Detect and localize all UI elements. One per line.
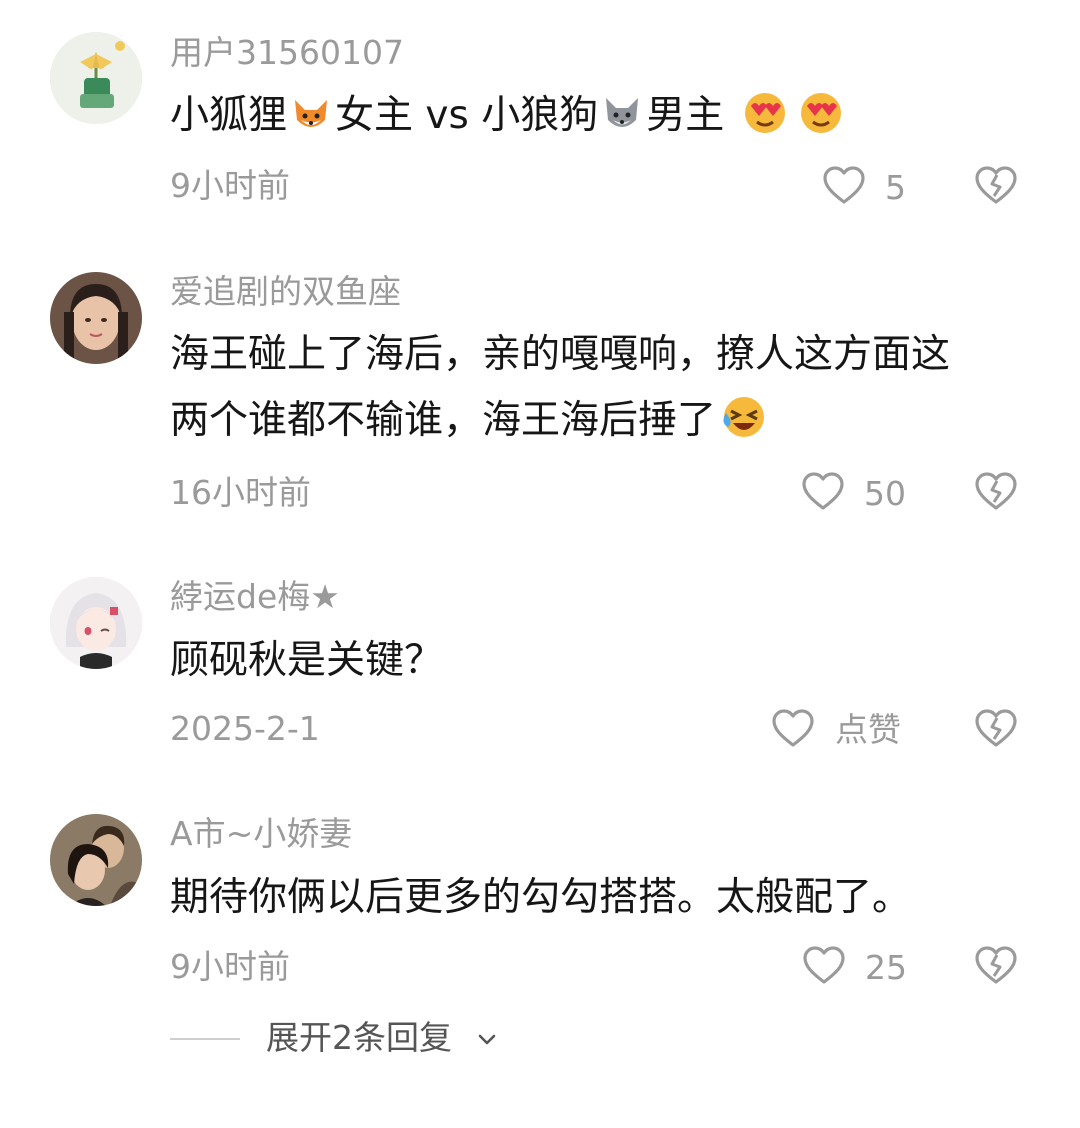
comment-text: 小狐狸 女主 vs 小狼狗 男主	[170, 83, 1030, 157]
username[interactable]: 綍运de梅★	[170, 577, 340, 617]
wolf-emoji	[600, 91, 644, 157]
timestamp: 9小时前	[170, 166, 290, 205]
like-count: 点赞	[835, 710, 901, 749]
heart-eyes-emoji	[739, 88, 791, 157]
comment-text: 期待你俩以后更多的勾勾搭搭。太般配了。	[170, 875, 912, 920]
timestamp: 2025-2-1	[170, 709, 320, 748]
laughing-crying-emoji	[718, 393, 770, 462]
heart-outline-icon[interactable]	[771, 709, 815, 749]
chevron-down-icon	[478, 1034, 496, 1045]
like-count: 50	[864, 474, 906, 513]
username[interactable]: 用户31560107	[170, 33, 404, 73]
like-count: 25	[865, 948, 907, 987]
heart-outline-icon[interactable]	[801, 472, 845, 512]
timestamp: 9小时前	[170, 947, 290, 986]
text-part: 小狐狸	[170, 93, 288, 138]
heart-outline-icon[interactable]	[802, 946, 846, 986]
heart-eyes-emoji	[795, 88, 847, 157]
avatar[interactable]	[50, 32, 142, 124]
heart-outline-icon[interactable]	[822, 166, 866, 206]
like-count: 5	[885, 168, 906, 207]
divider-line	[170, 1038, 240, 1040]
broken-heart-icon[interactable]	[974, 166, 1018, 206]
broken-heart-icon[interactable]	[974, 472, 1018, 512]
broken-heart-icon[interactable]	[974, 946, 1018, 986]
avatar[interactable]	[50, 814, 142, 906]
comment-text-line: 两个谁都不输谁，海王海后捶了	[170, 388, 1030, 462]
comment-text: 顾砚秋是关键？	[170, 638, 444, 683]
timestamp: 16小时前	[170, 473, 311, 512]
text-part: 两个谁都不输谁，海王海后捶了	[170, 398, 717, 443]
avatar[interactable]	[50, 272, 142, 364]
avatar[interactable]	[50, 577, 142, 669]
text-part: 男主	[646, 93, 737, 138]
username[interactable]: A市~小娇妻	[170, 814, 352, 854]
broken-heart-icon[interactable]	[974, 709, 1018, 749]
fox-emoji	[289, 91, 333, 157]
comment-text-line: 海王碰上了海后，亲的嘎嘎响，撩人这方面这	[170, 332, 951, 377]
username[interactable]: 爱追剧的双鱼座	[170, 272, 401, 312]
expand-replies-label: 展开2条回复	[266, 1018, 452, 1057]
text-part: 女主 vs 小狼狗	[335, 93, 599, 138]
